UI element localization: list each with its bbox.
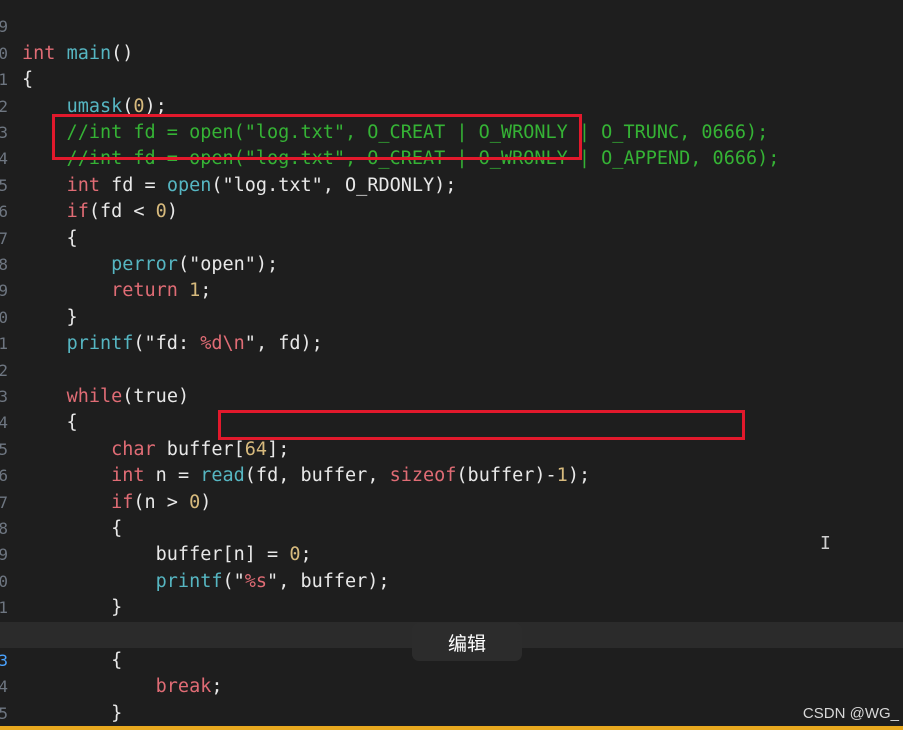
code-line[interactable]: 2 { (0, 595, 903, 671)
highlight-box-read (218, 410, 745, 440)
code-editor[interactable]: 9 int main() 0 { 1 umask(0); 2 //int fd … (0, 0, 903, 726)
edit-tooltip[interactable]: 编辑 (412, 623, 522, 661)
highlight-box-open (52, 114, 582, 160)
bottom-bar (0, 726, 903, 730)
text-cursor-icon: I (820, 533, 831, 554)
code-line[interactable]: 3 { (0, 358, 903, 433)
code-line[interactable]: 6 { (0, 173, 903, 248)
code-line[interactable]: 6 if(n > 0) (0, 437, 903, 512)
code-line[interactable]: 0 } (0, 542, 903, 618)
code-line[interactable]: 9 } (0, 252, 903, 327)
code-line[interactable]: 2 while(true) (0, 331, 903, 407)
code-line[interactable]: 9 int main() (0, 0, 903, 63)
code-line[interactable]: 0 { (0, 14, 903, 90)
code-line[interactable]: 0 printf("fd: %d\n", fd); (0, 278, 903, 354)
code-line[interactable]: 1 else if(n == 0) (0, 569, 903, 644)
code-line[interactable]: 7 perror("open"); (0, 199, 903, 275)
code-line[interactable]: 1 umask(0); (0, 41, 903, 116)
watermark: CSDN @WG_ (802, 705, 899, 722)
code-line[interactable]: 8 buffer[n] = 0; (0, 490, 903, 565)
code-line[interactable]: 6 (0, 701, 903, 726)
code-line[interactable]: 4 char buffer[64]; (0, 384, 903, 459)
code-line[interactable]: 5 } (0, 674, 903, 723)
code-line[interactable]: 7 { (0, 463, 903, 539)
code-line[interactable]: 1 (0, 305, 903, 353)
code-line[interactable]: 9 printf("%s", buffer); (0, 516, 903, 591)
code-line[interactable]: 2 //int fd = open("log.txt", O_CREAT | O… (0, 67, 903, 143)
code-line[interactable]: 8 return 1; (0, 226, 903, 301)
